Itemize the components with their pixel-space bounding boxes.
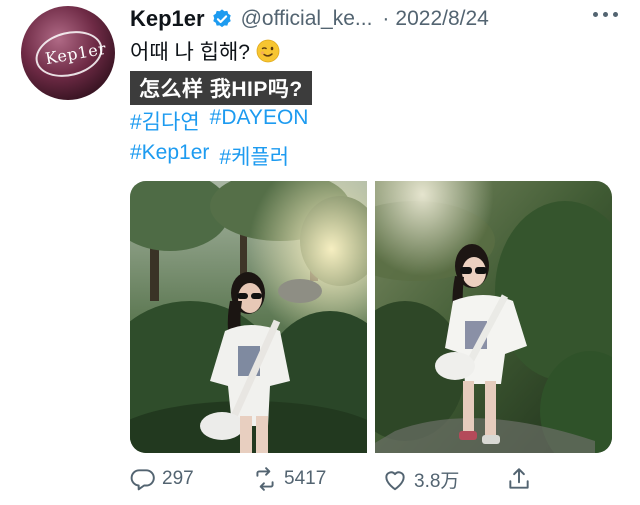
retweet-count: 5417	[284, 468, 327, 489]
tweet-photo-1[interactable]	[130, 181, 367, 453]
author-handle[interactable]: @official_ke...	[241, 7, 373, 31]
more-icon[interactable]	[593, 12, 618, 17]
photo-2-illustration	[375, 181, 612, 453]
retweet-button[interactable]: 5417	[252, 466, 326, 492]
retweet-icon	[256, 467, 274, 491]
tweet-text: 어때 나 힙해?	[130, 41, 250, 64]
share-button[interactable]	[506, 466, 538, 492]
wink-emoji-icon	[256, 39, 280, 63]
share-icon	[509, 468, 529, 489]
tweet-photo-2[interactable]	[375, 181, 612, 453]
reply-button[interactable]: 297	[130, 466, 194, 492]
reply-count: 297	[162, 468, 194, 489]
separator-dot: ·	[382, 7, 390, 30]
author-name[interactable]: Kep1er	[130, 6, 205, 32]
tweet-text-line: 어때 나 힙해?	[130, 36, 280, 66]
like-icon	[385, 470, 405, 490]
translation-banner: 怎么样 我HIP吗?	[130, 71, 312, 105]
hashtag-link[interactable]: #김다연	[130, 106, 200, 136]
tweet-date[interactable]: 2022/8/24	[395, 7, 488, 31]
hashtag-link[interactable]: #Kep1er	[130, 141, 209, 171]
like-count: 3.8万	[414, 471, 460, 492]
profile-avatar[interactable]: Kep1er	[21, 6, 115, 100]
like-button[interactable]: 3.8万	[382, 466, 459, 493]
hashtag-row-1: #김다연 #DAYEON	[130, 106, 308, 136]
hashtag-link[interactable]: #케플러	[219, 141, 289, 171]
reply-icon	[130, 469, 155, 491]
hashtag-row-2: #Kep1er #케플러	[130, 141, 289, 171]
tweet-header: Kep1er @official_ke... · 2022/8/24	[130, 4, 489, 34]
hashtag-link[interactable]: #DAYEON	[210, 106, 309, 136]
photo-1-illustration	[130, 181, 367, 453]
verified-badge-icon	[212, 9, 231, 28]
tweet-action-bar: 297 5417 3.8万	[130, 466, 640, 496]
